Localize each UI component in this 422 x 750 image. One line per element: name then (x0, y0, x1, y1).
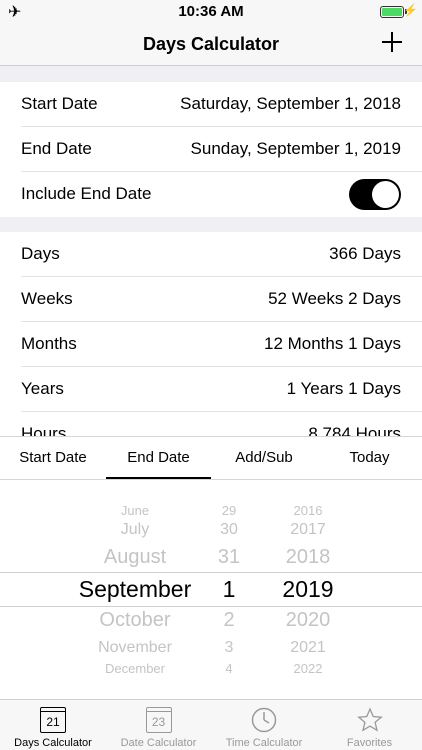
picker-day-option[interactable]: 29 (205, 503, 253, 518)
start-date-value: Saturday, September 1, 2018 (180, 94, 401, 113)
toggle-knob (372, 181, 399, 208)
result-row-months: Months 12 Months 1 Days (0, 322, 422, 367)
picker-month-option[interactable]: November (50, 639, 220, 657)
picker-month-option[interactable]: August (50, 546, 220, 569)
tabbar-label: Time Calculator (225, 737, 303, 749)
tab-today[interactable]: Today (317, 449, 422, 466)
status-bar: ✈ 10:36 AM ⚡ (0, 0, 422, 24)
result-label: Years (21, 379, 64, 398)
result-row-years: Years 1 Years 1 Days (0, 367, 422, 412)
calendar-21-icon: 21 (40, 707, 66, 733)
end-date-value: Sunday, September 1, 2019 (190, 139, 401, 158)
plus-icon[interactable] (380, 30, 404, 54)
clock-icon (251, 707, 277, 733)
picker-month-option[interactable]: July (50, 521, 220, 539)
section-gap (0, 66, 422, 82)
calendar-23-icon: 23 (145, 707, 172, 733)
charging-icon: ⚡ (403, 3, 418, 17)
picker-year-option[interactable]: 2016 (262, 503, 354, 518)
picker-day-option[interactable]: 31 (205, 546, 253, 569)
results-list[interactable]: Days 366 Days Weeks 52 Weeks 2 Days Mont… (0, 232, 422, 436)
end-date-label: End Date (21, 139, 92, 158)
tabbar-label: Favorites (346, 737, 393, 749)
picker-day-option[interactable]: 4 (205, 661, 253, 676)
selected-tab-indicator (106, 477, 211, 479)
start-date-row[interactable]: Start Date Saturday, September 1, 2018 (0, 82, 422, 127)
tab-start-date[interactable]: Start Date (0, 449, 106, 466)
tab-bar: 21 Days Calculator 23 Date Calculator Ti… (0, 699, 422, 750)
picker-year-option[interactable]: 2022 (262, 661, 354, 676)
picker-day-option[interactable]: 3 (205, 639, 253, 657)
result-value: 366 Days (329, 244, 401, 263)
tab-end-date[interactable]: End Date (106, 449, 211, 466)
tabbar-date-calculator[interactable]: 23 Date Calculator (106, 700, 211, 750)
tabbar-time-calculator[interactable]: Time Calculator (211, 700, 317, 750)
picker-day-option[interactable]: 30 (205, 521, 253, 539)
page-title: Days Calculator (142, 34, 280, 54)
result-row-weeks: Weeks 52 Weeks 2 Days (0, 277, 422, 322)
tabbar-label: Date Calculator (120, 737, 197, 749)
picker-month-option[interactable]: June (50, 503, 220, 518)
picker-day-option[interactable]: 2 (205, 609, 253, 632)
tab-add-sub[interactable]: Add/Sub (211, 449, 317, 466)
picker-year-option[interactable]: 2018 (262, 546, 354, 569)
result-row-days: Days 366 Days (0, 232, 422, 277)
picker-year-selected[interactable]: 2019 (262, 576, 354, 603)
result-row-hours: Hours 8,784 Hours (0, 412, 422, 436)
picker-year-option[interactable]: 2020 (262, 609, 354, 632)
tabbar-favorites[interactable]: Favorites (317, 700, 422, 750)
navigation-bar: Days Calculator (0, 24, 422, 66)
result-value: 52 Weeks 2 Days (268, 289, 401, 308)
picker-year-option[interactable]: 2021 (262, 639, 354, 657)
status-time: 10:36 AM (178, 3, 244, 20)
picker-day-selected[interactable]: 1 (205, 576, 253, 603)
date-mode-tabs: Start Date End Date Add/Sub Today (0, 436, 422, 480)
include-end-date-toggle[interactable] (349, 179, 401, 210)
tabbar-label: Days Calculator (14, 737, 92, 749)
picker-month-selected[interactable]: September (50, 576, 220, 603)
picker-month-option[interactable]: October (50, 609, 220, 632)
result-label: Months (21, 334, 77, 353)
result-label: Weeks (21, 289, 73, 308)
section-gap (0, 217, 422, 232)
result-value: 12 Months 1 Days (263, 334, 401, 353)
include-end-date-label: Include End Date (21, 184, 152, 203)
date-picker[interactable]: June July August September October Novem… (0, 481, 422, 699)
result-label: Hours (21, 424, 67, 436)
picker-year-option[interactable]: 2017 (262, 521, 354, 539)
result-label: Days (21, 244, 60, 263)
battery-icon (380, 6, 404, 18)
result-value: 8,784 Hours (308, 424, 401, 436)
start-date-label: Start Date (21, 94, 98, 113)
picker-month-option[interactable]: December (50, 661, 220, 676)
tabbar-days-calculator[interactable]: 21 Days Calculator (0, 700, 106, 750)
include-end-date-row: Include End Date (0, 172, 422, 217)
result-value: 1 Years 1 Days (286, 379, 401, 398)
end-date-row[interactable]: End Date Sunday, September 1, 2019 (0, 127, 422, 172)
star-icon (356, 707, 383, 732)
